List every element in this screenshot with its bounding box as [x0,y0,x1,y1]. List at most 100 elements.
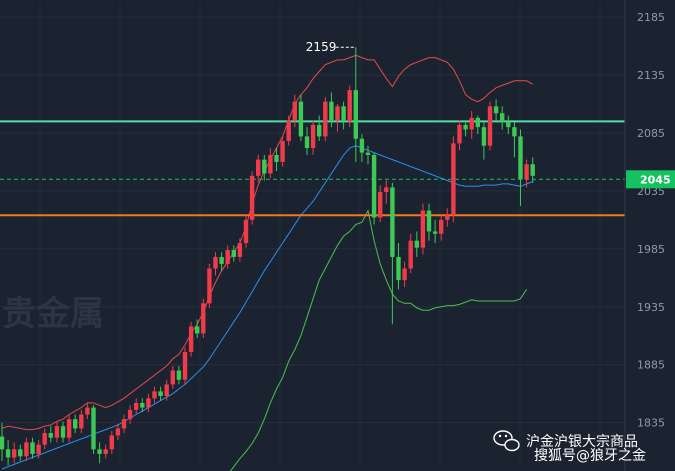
candle-body [512,127,517,137]
candle [201,298,206,339]
y-tick-label: 2185 [637,11,665,24]
candle-body [48,433,53,438]
candle-body [274,154,279,162]
candle-body [225,249,230,264]
candle-body [298,101,304,137]
candle-body [335,106,340,121]
candle [420,203,426,255]
candle-body [329,101,334,121]
candle-body [292,101,297,121]
candle-body [371,154,377,218]
y-tick-label: 1835 [637,417,665,430]
candlestick-chart: 贵金属 2159 1835 1885 1935 1985 2035 2085 2135 218… [0,0,675,471]
candle-body [243,219,249,244]
candle [371,152,377,225]
candle-body [5,449,11,458]
candle-body [390,187,395,257]
candle-body [402,268,407,281]
candle-body [286,120,291,142]
candle-body [426,210,432,232]
y-tick-label: 2085 [637,127,665,140]
candle-body [54,426,60,438]
candle-body [140,402,145,408]
candle-body [24,442,29,457]
candle-body [91,407,96,450]
candle-body [262,159,267,174]
candle [451,136,456,223]
candle-body [304,136,310,149]
candle [347,85,352,128]
candle-body [524,164,529,180]
candle-body [152,391,157,399]
candle-body [268,154,273,174]
candle-body [310,124,316,149]
chart-canvas: 贵金属 2159 1835188519351985203520852135218… [0,0,675,471]
candle-body [414,240,419,248]
candle-body [457,124,462,144]
candle [182,347,188,385]
y-tick-label: 1885 [637,359,665,372]
candle-body [66,419,72,438]
candle-body [134,402,139,410]
candle-body [408,240,413,269]
candle-body [420,210,426,248]
candle-body [12,449,17,458]
candle-body [378,192,383,218]
candle-body [219,256,224,264]
candle-body [469,117,474,130]
candle [487,101,493,151]
y-axis: 183518851935198520352085213521852045 [624,0,675,471]
candle-body [182,351,188,380]
y-tick-label: 2135 [637,69,665,82]
candle-body [353,90,358,139]
candle-body [0,436,5,450]
candle-body [237,243,243,257]
candle-body [231,249,236,257]
candle-body [463,124,468,130]
candle-body [207,268,212,304]
candle-body [73,419,78,429]
candle [249,171,255,225]
candle-body [506,122,511,128]
candle-body [439,219,444,234]
candle-body [487,106,493,146]
candle-body [451,143,456,216]
candle-body [42,433,47,445]
candle [91,405,96,454]
candle-body [384,187,389,193]
candle-body [213,256,218,269]
candle-body [317,124,322,137]
candle-body [481,127,487,146]
candle-body [60,426,66,438]
candle-body [109,435,114,450]
candle-body [85,407,90,415]
candle-body [97,449,102,454]
candle-body [36,444,41,454]
candle-body [396,256,401,281]
candle-body [127,409,133,420]
candle-body [347,90,352,122]
candle-body [79,414,84,429]
candle-body [432,231,438,234]
candle-body [256,159,261,176]
candle-body [164,384,169,396]
candle-body [121,419,127,429]
candle-body [475,117,480,128]
candle [207,263,212,308]
candle-body [170,370,175,385]
high-annotation-label: 2159 [306,40,337,54]
candle-body [195,326,200,334]
candle-body [365,152,371,155]
y-tick-label: 1935 [637,301,665,314]
candle-body [341,106,346,122]
candle-body [518,136,523,180]
candle-body [359,138,365,153]
candle-body [445,215,450,220]
candle-body [158,391,163,396]
candle-body [249,175,255,220]
candle-body [18,449,23,457]
candle-body [188,326,194,352]
watermark: 贵金属 [2,294,104,334]
candle-body [115,428,121,436]
candle-body [280,141,285,162]
